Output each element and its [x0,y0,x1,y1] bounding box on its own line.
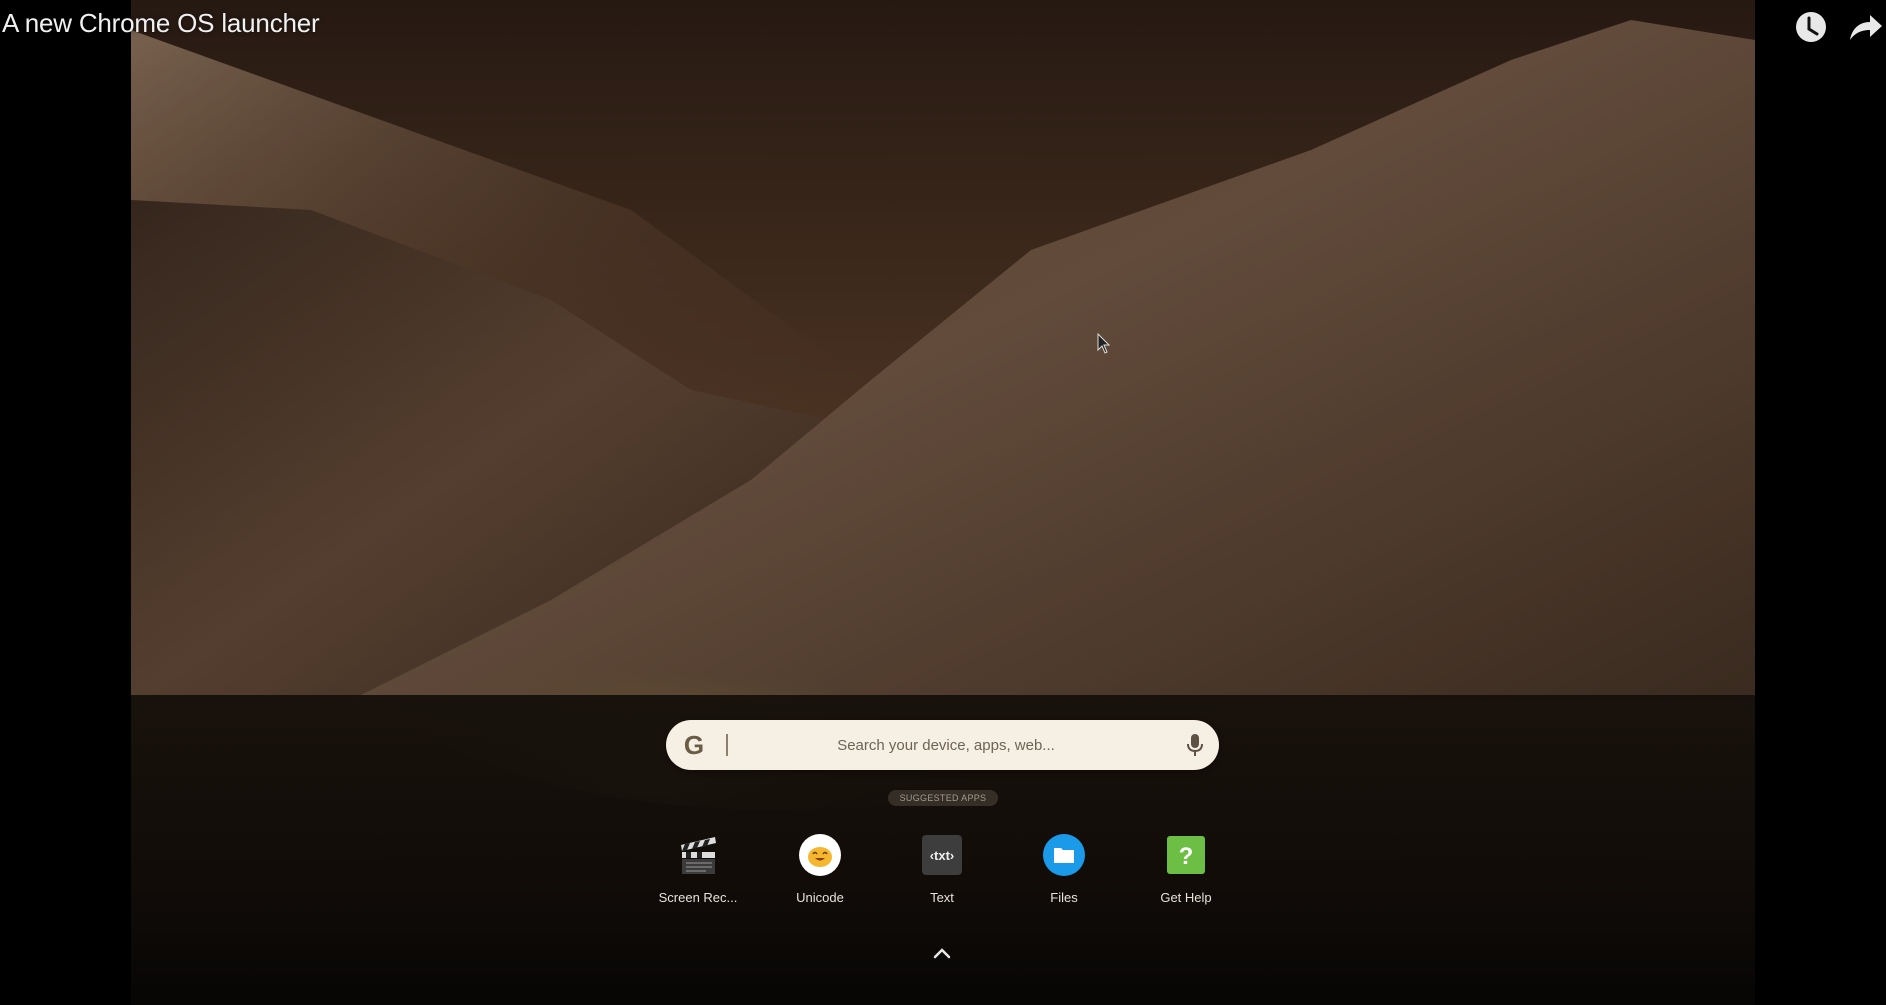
video-title[interactable]: A new Chrome OS launcher [2,8,320,39]
chevron-up-icon[interactable] [931,945,953,961]
suggested-apps-label: SUGGESTED APPS [888,790,998,806]
google-logo-icon: G [683,730,705,760]
app-unicode[interactable]: Unicode [765,833,875,913]
txt-editor-icon: ‹txt› [922,835,962,875]
share-arrow-icon [1850,15,1882,40]
app-files[interactable]: Files [1009,833,1119,913]
app-get-help[interactable]: ? Get Help [1131,833,1241,913]
app-screen-recorder[interactable]: Screen Rec... [643,833,753,913]
app-label: Get Help [1160,890,1212,905]
clapperboard-icon [681,837,716,874]
svg-text:‹txt›: ‹txt› [930,848,955,863]
emoji-blob-icon [799,834,841,876]
app-text[interactable]: ‹txt› Text [887,833,997,913]
search-input[interactable] [736,720,1156,770]
app-label: Text [930,890,954,905]
watch-later-button[interactable] [1792,8,1830,46]
app-label: Files [1050,890,1078,905]
help-question-icon: ? [1167,836,1205,874]
app-label: Unicode [796,890,844,905]
app-label: Screen Rec... [658,890,738,905]
clock-icon [1796,12,1826,42]
svg-text:?: ? [1179,843,1194,870]
share-button[interactable] [1846,8,1884,46]
folder-icon [1043,834,1085,876]
launcher-search-box[interactable]: G [666,720,1219,770]
mouse-cursor-icon [1097,333,1111,354]
microphone-icon[interactable] [1185,733,1205,757]
text-caret [726,734,728,756]
